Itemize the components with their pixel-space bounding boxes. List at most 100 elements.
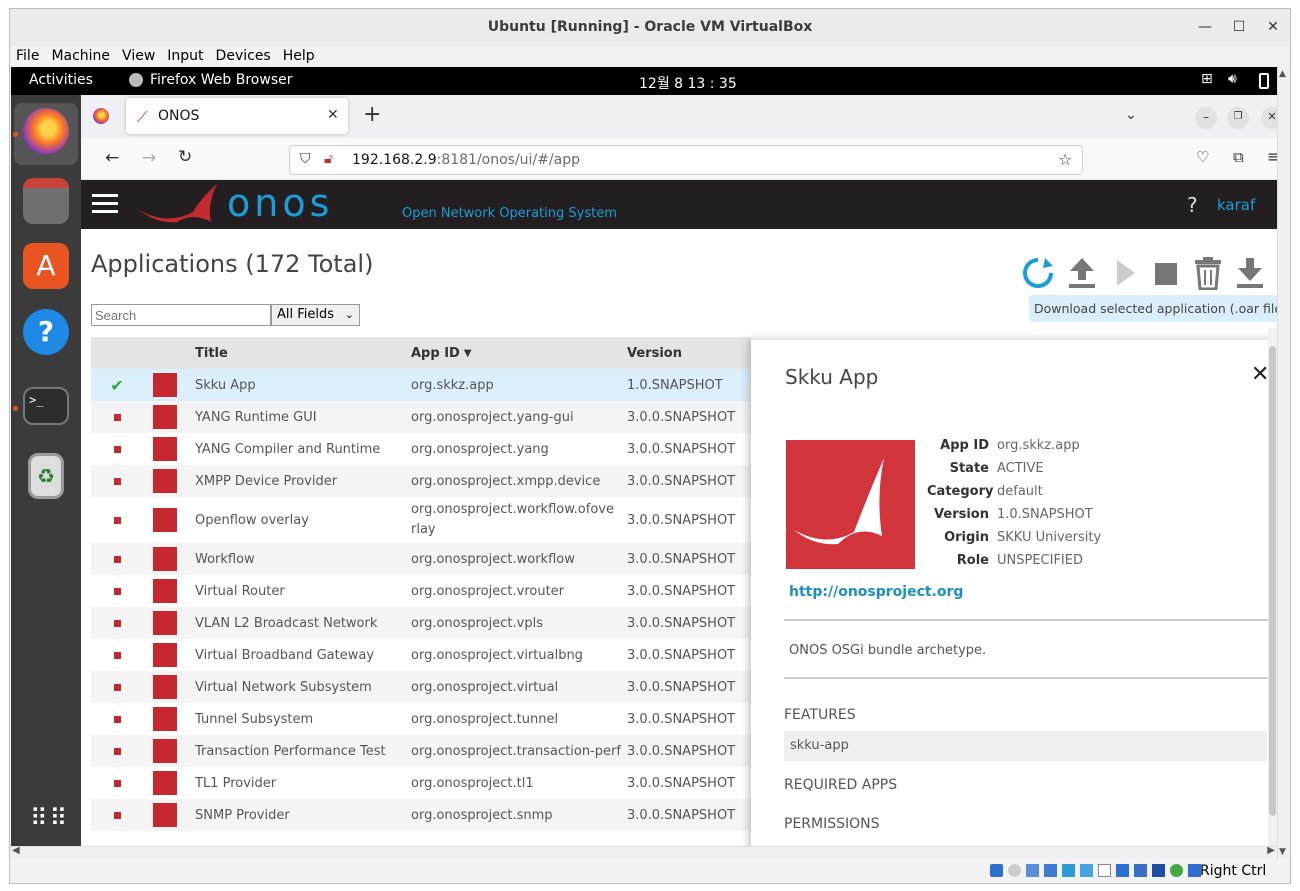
software-center-icon[interactable]: A: [23, 243, 69, 289]
new-tab-icon[interactable]: +: [363, 102, 381, 127]
battery-icon[interactable]: [1259, 73, 1269, 89]
horizontal-scrollbar[interactable]: ◀ ▶: [10, 845, 1277, 859]
video-capture-icon[interactable]: [1116, 864, 1129, 877]
url-bar[interactable]: ⛉ 🔓︎ 192.168.2.9:8181/onos/ui/#/app ☆: [289, 145, 1083, 175]
activate-icon[interactable]: [1115, 258, 1137, 288]
row-version: 3.0.0.SNAPSHOT: [627, 512, 736, 528]
bookmark-star-icon[interactable]: ☆: [1058, 150, 1072, 169]
table-row[interactable]: Virtual Broadband Gateway org.onosprojec…: [91, 639, 751, 671]
row-title: Virtual Network Subsystem: [195, 679, 372, 695]
table-row[interactable]: TL1 Provider org.onosproject.tl1 3.0.0.S…: [91, 767, 751, 799]
mouse-integration-icon[interactable]: [1134, 864, 1147, 877]
forward-icon[interactable]: →: [142, 148, 156, 168]
firefox-view-icon[interactable]: [93, 108, 109, 124]
app-menu[interactable]: Firefox Web Browser: [150, 72, 293, 88]
close-panel-icon[interactable]: ✕: [1251, 362, 1269, 387]
table-row[interactable]: Virtual Network Subsystem org.onosprojec…: [91, 671, 751, 703]
row-version: 3.0.0.SNAPSHOT: [627, 615, 736, 631]
menu-input[interactable]: Input: [161, 46, 209, 67]
app-icon: [153, 607, 179, 639]
menu-file[interactable]: File: [10, 46, 45, 67]
deactivate-icon[interactable]: [1155, 263, 1177, 285]
row-version: 3.0.0.SNAPSHOT: [627, 647, 736, 663]
list-tabs-icon[interactable]: ⌄: [1125, 107, 1137, 123]
col-title[interactable]: Title: [195, 337, 405, 369]
activities-button[interactable]: Activities: [29, 72, 93, 88]
inactive-status-icon: [107, 671, 127, 703]
col-version[interactable]: Version: [627, 337, 747, 369]
guest-screen: Activities Firefox Web Browser 12월 8 13 …: [11, 67, 1277, 846]
sort-desc-icon: ▼: [463, 347, 472, 359]
files-icon[interactable]: [23, 178, 69, 224]
refresh-icon[interactable]: [1021, 256, 1055, 290]
table-row[interactable]: ✔ Skku App org.skkz.app 1.0.SNAPSHOT: [91, 369, 751, 401]
row-title: YANG Runtime GUI: [195, 409, 317, 425]
shield-icon[interactable]: ⛉: [300, 151, 311, 167]
minimize-icon[interactable]: —: [1188, 9, 1222, 46]
back-icon[interactable]: ←: [105, 148, 119, 168]
applications-table: Title App ID ▼ Version ✔ Skku App org.sk…: [91, 337, 751, 831]
scroll-right-icon[interactable]: ▶: [1267, 845, 1275, 856]
uninstall-icon[interactable]: [1193, 256, 1223, 290]
table-row[interactable]: SNMP Provider org.onosproject.snmp 3.0.0…: [91, 799, 751, 831]
clock[interactable]: 12월 8 13 : 35: [639, 73, 737, 93]
close-icon[interactable]: ✕: [1256, 9, 1290, 46]
network-adapter-icon[interactable]: [1044, 864, 1057, 877]
upload-icon[interactable]: [1067, 256, 1097, 290]
menu-machine[interactable]: Machine: [45, 46, 116, 67]
table-row[interactable]: Openflow overlay org.onosproject.workflo…: [91, 497, 751, 543]
prop-label: Origin: [944, 530, 989, 545]
menu-view[interactable]: View: [116, 46, 161, 67]
cpu-icon[interactable]: [1152, 864, 1165, 877]
app-url-link[interactable]: http://onosproject.org: [789, 584, 963, 600]
firefox-icon[interactable]: [23, 108, 69, 154]
shared-folder-icon[interactable]: [1080, 864, 1093, 877]
vertical-scrollbar[interactable]: ▲ ▼: [1277, 67, 1290, 859]
lock-insecure-icon[interactable]: 🔓︎: [324, 151, 333, 167]
terminal-icon[interactable]: >_: [23, 387, 69, 425]
app-menu-icon[interactable]: ≡: [1267, 147, 1277, 166]
maximize-icon[interactable]: ☐: [1222, 9, 1256, 46]
optical-icon[interactable]: [1008, 864, 1021, 877]
scrollbar-thumb[interactable]: [1269, 346, 1276, 816]
menu-devices[interactable]: Devices: [210, 46, 277, 67]
network-icon[interactable]: ⊞: [1201, 71, 1213, 87]
page-scrollbar[interactable]: [1268, 328, 1277, 846]
show-apps-icon[interactable]: ⠿⠿: [30, 806, 67, 845]
ff-restore-icon[interactable]: ❐: [1227, 107, 1249, 129]
col-app-id[interactable]: App ID ▼: [411, 337, 621, 369]
table-row[interactable]: YANG Compiler and Runtime org.onosprojec…: [91, 433, 751, 465]
menu-help[interactable]: Help: [277, 46, 321, 67]
hdd-icon[interactable]: [990, 864, 1003, 877]
trash-icon[interactable]: ♻: [28, 453, 64, 499]
acceleration-icon[interactable]: [1170, 864, 1183, 877]
usb-icon[interactable]: [1062, 864, 1075, 877]
ff-close-icon[interactable]: ✕: [1261, 107, 1277, 129]
scroll-down-icon[interactable]: ▼: [1279, 847, 1286, 857]
tab-close-icon[interactable]: ✕: [327, 107, 339, 123]
audio-icon[interactable]: [1026, 864, 1039, 877]
help-icon[interactable]: ?: [23, 309, 69, 355]
scroll-up-icon[interactable]: ▲: [1279, 69, 1286, 79]
display-icon[interactable]: [1098, 864, 1111, 877]
table-row[interactable]: Transaction Performance Test org.onospro…: [91, 735, 751, 767]
tab-onos[interactable]: ⟋ ONOS ✕: [126, 98, 348, 134]
table-row[interactable]: Workflow org.onosproject.workflow 3.0.0.…: [91, 543, 751, 575]
help-button[interactable]: ?: [1187, 193, 1198, 217]
ff-minimize-icon[interactable]: –: [1195, 107, 1217, 129]
reload-icon[interactable]: ↻: [178, 147, 192, 167]
table-row[interactable]: XMPP Device Provider org.onosproject.xmp…: [91, 465, 751, 497]
volume-icon[interactable]: 🔊︎: [1228, 71, 1237, 87]
user-menu[interactable]: karaf: [1217, 196, 1255, 214]
pocket-icon[interactable]: ♡: [1196, 148, 1209, 166]
search-input[interactable]: [91, 304, 271, 326]
table-row[interactable]: YANG Runtime GUI org.onosproject.yang-gu…: [91, 401, 751, 433]
table-row[interactable]: Tunnel Subsystem org.onosproject.tunnel …: [91, 703, 751, 735]
scroll-left-icon[interactable]: ◀: [12, 845, 20, 856]
table-row[interactable]: VLAN L2 Broadcast Network org.onosprojec…: [91, 607, 751, 639]
search-field-select[interactable]: All Fields ⌄: [271, 304, 360, 326]
extensions-icon[interactable]: ⧉: [1233, 148, 1244, 166]
table-row[interactable]: Virtual Router org.onosproject.vrouter 3…: [91, 575, 751, 607]
nav-menu-icon[interactable]: [92, 194, 118, 214]
download-icon[interactable]: [1235, 256, 1265, 290]
